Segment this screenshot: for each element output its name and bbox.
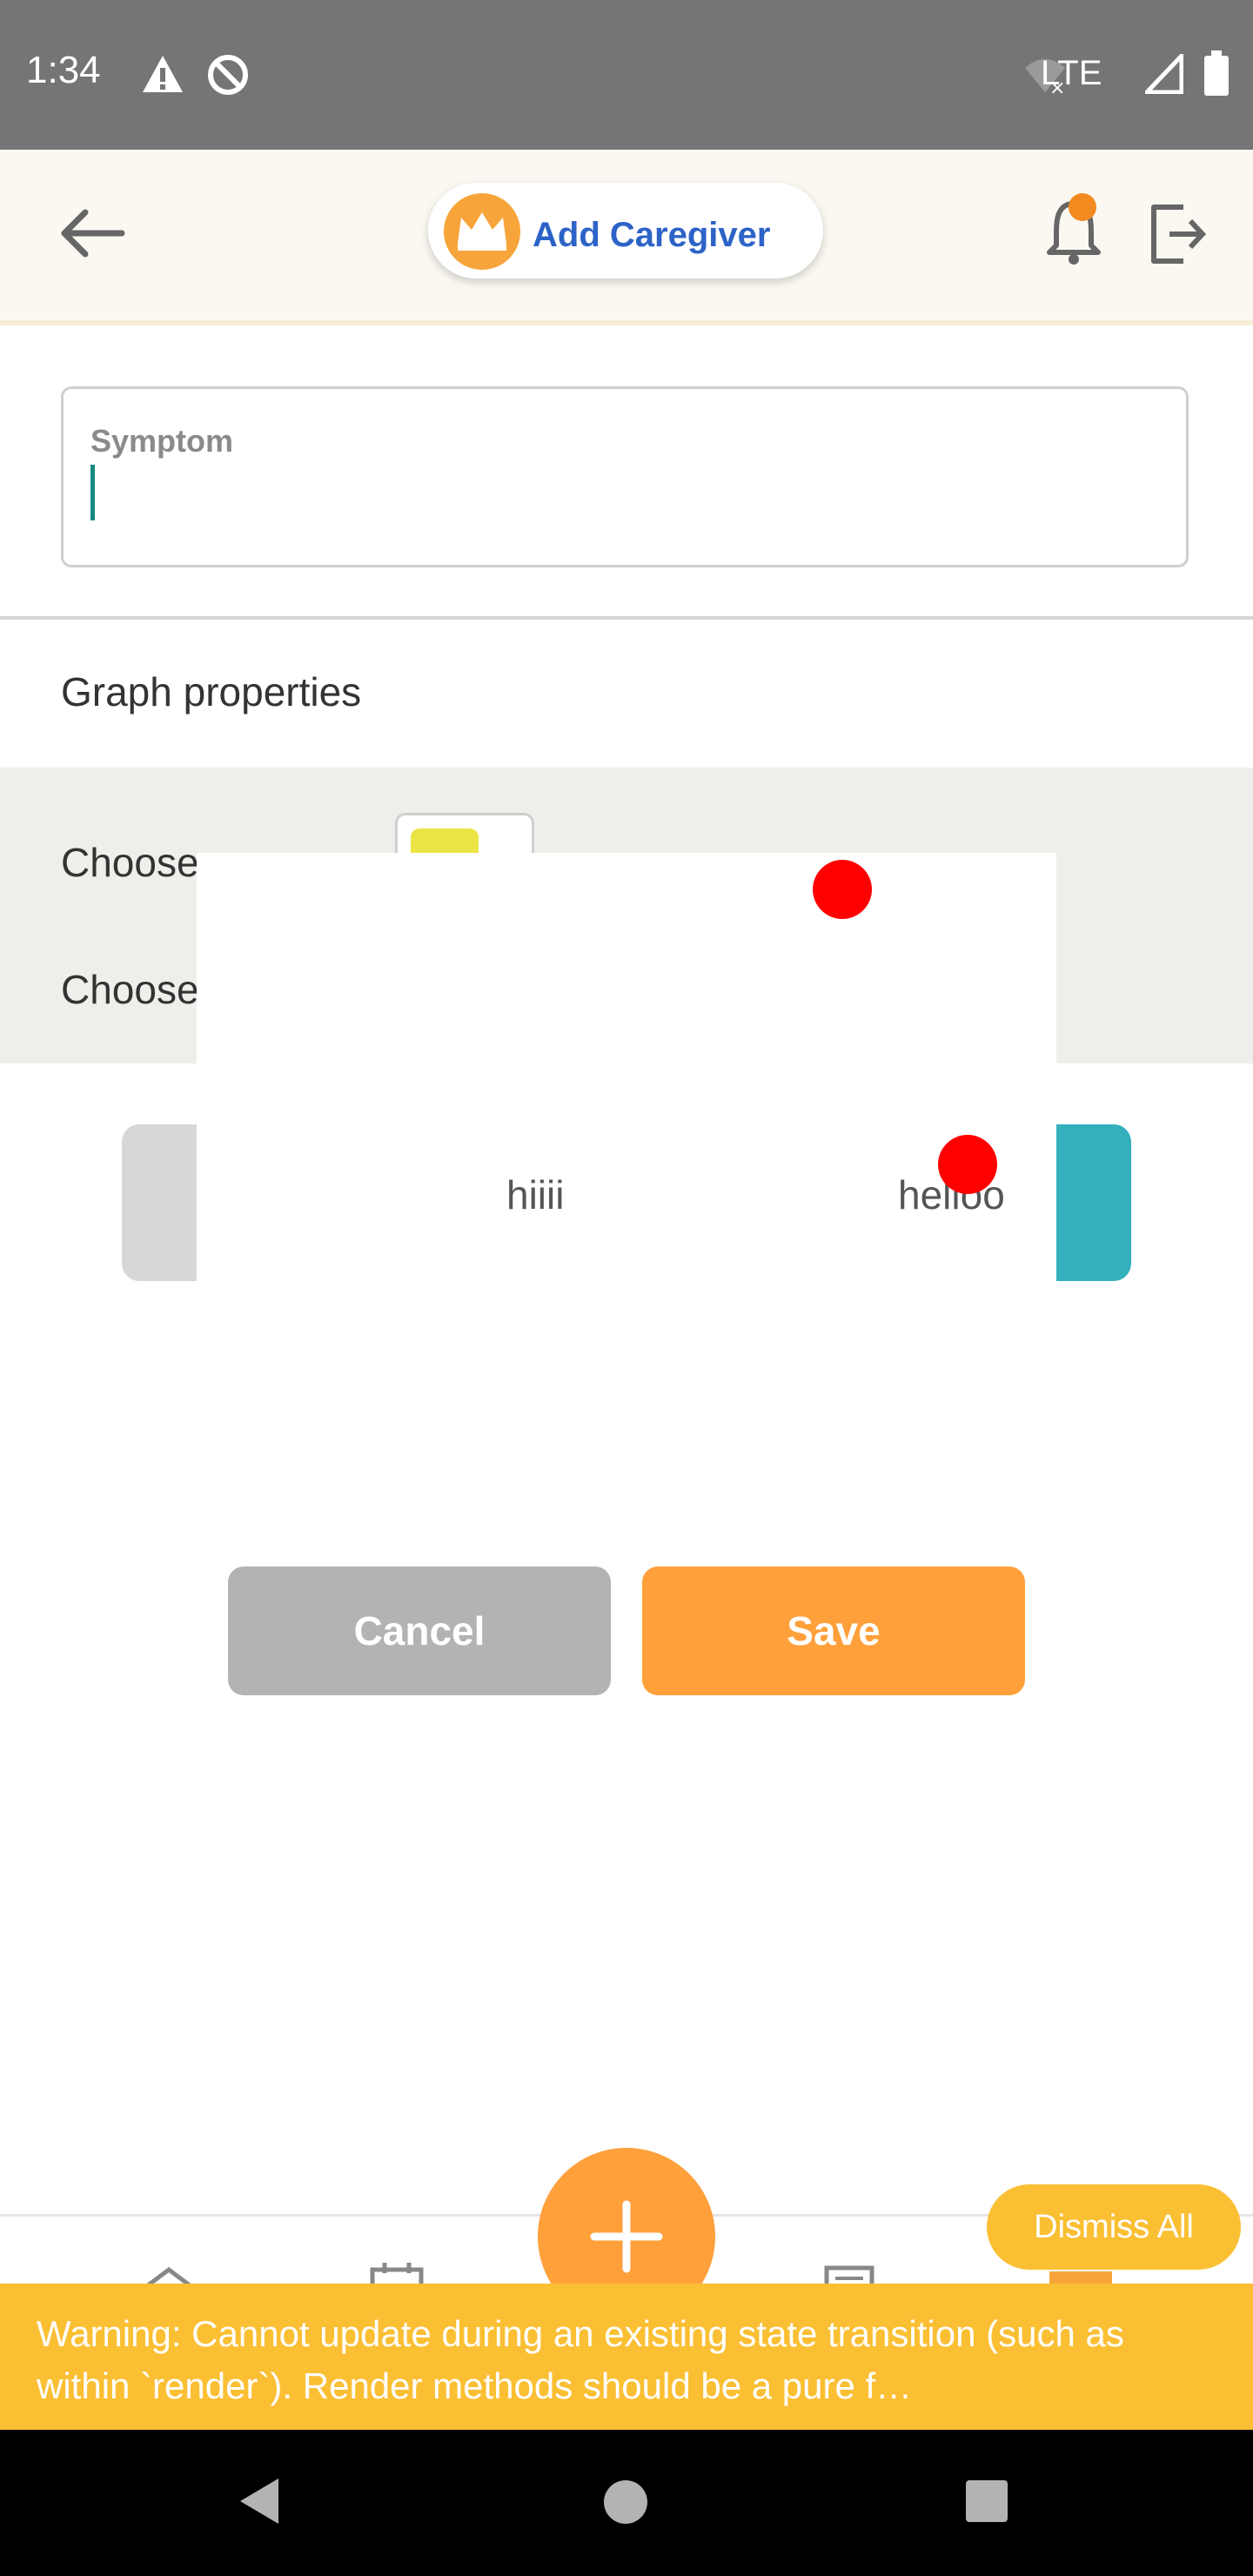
symptom-field[interactable] [61,386,1189,567]
calendar-icon[interactable] [369,2263,425,2285]
warning-toast[interactable]: Warning: Cannot update during an existin… [0,2284,1253,2430]
segment-right[interactable] [1044,1124,1131,1281]
symptom-label: Symptom [90,423,234,459]
crown-icon [444,193,520,270]
save-button[interactable]: Save [642,1566,1025,1695]
signal-icon [1145,54,1183,94]
divider [0,616,1253,620]
cancel-button[interactable]: Cancel [228,1566,611,1695]
plus-icon [590,2200,663,2273]
nav-recents-icon[interactable] [964,2479,1009,2524]
picker-option[interactable]: hiiii [506,1171,564,1218]
graph-properties-heading: Graph properties [61,669,362,714]
nav-home-icon[interactable] [602,2479,649,2526]
notes-icon[interactable] [823,2264,875,2285]
touch-indicator [813,860,872,919]
choose-option-label: Choose [61,967,199,1012]
touch-indicator [938,1135,997,1194]
add-caregiver-label: Add Caregiver [533,216,771,254]
battery-icon [1204,50,1229,96]
no-sync-icon [208,55,248,95]
text-caret [90,465,95,520]
back-arrow-icon[interactable] [59,207,125,259]
network-type: LTE [1041,54,1102,92]
warning-icon [143,56,183,92]
dismiss-all-button[interactable]: Dismiss All [987,2184,1241,2270]
status-time: 1:34 [26,49,101,91]
logout-icon[interactable] [1149,204,1206,265]
nav-back-icon[interactable] [237,2477,282,2526]
notification-dot [1069,193,1096,221]
